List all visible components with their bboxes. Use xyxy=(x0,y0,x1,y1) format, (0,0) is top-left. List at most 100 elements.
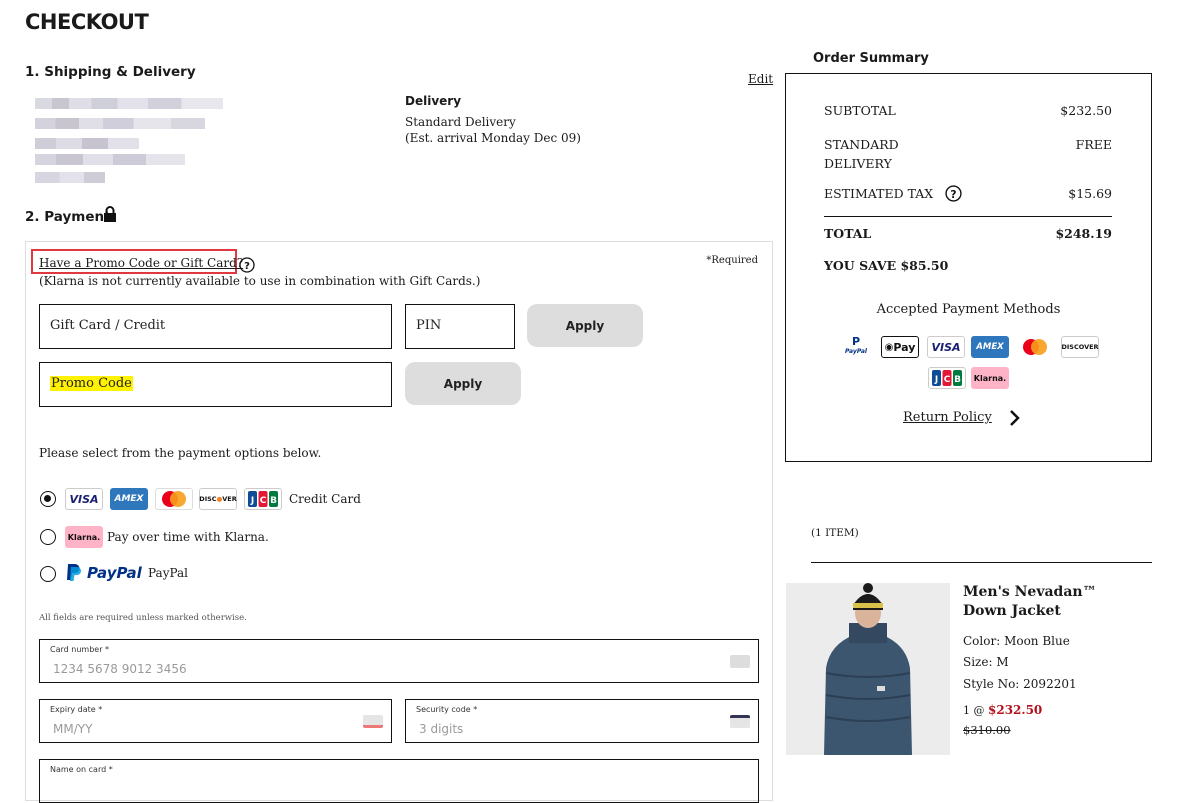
summary-divider xyxy=(824,216,1112,217)
product-original-price: $310.00 xyxy=(963,723,1011,737)
promo-code-input[interactable]: Promo Code xyxy=(39,362,392,407)
security-code-field[interactable]: Security code * 3 digits xyxy=(405,699,759,743)
svg-text:C: C xyxy=(260,496,267,506)
product-size: Size: M xyxy=(963,655,1009,669)
amex-icon: AMEX xyxy=(110,488,148,510)
name-on-card-field[interactable]: Name on card * xyxy=(39,759,759,803)
product-sale-price: $232.50 xyxy=(988,703,1043,717)
total-value: $248.19 xyxy=(1055,226,1112,241)
delivery-heading: Delivery xyxy=(405,94,462,108)
delivery-label-line2: DELIVERY xyxy=(824,156,892,171)
accepted-payment-heading: Accepted Payment Methods xyxy=(876,302,1061,317)
product-image[interactable] xyxy=(786,583,950,755)
payment-panel: Have a Promo Code or Gift Card? ? *Requi… xyxy=(25,241,773,803)
redacted-address xyxy=(35,90,225,185)
total-row: TOTAL $248.19 xyxy=(824,226,1112,241)
mastercard-icon xyxy=(155,488,193,510)
delivery-value: FREE xyxy=(1075,137,1112,152)
card-number-field[interactable]: Card number * 1234 5678 9012 3456 xyxy=(39,639,759,683)
svg-text:?: ? xyxy=(244,261,250,272)
page-title: CHECKOUT xyxy=(25,10,149,34)
edit-link[interactable]: Edit xyxy=(748,72,773,86)
delivery-label-line1: STANDARD xyxy=(824,137,899,152)
paypal-radio[interactable] xyxy=(40,566,56,582)
discover-icon: DISC ● VER xyxy=(199,488,237,510)
security-code-placeholder: 3 digits xyxy=(419,722,464,736)
svg-text:B: B xyxy=(954,375,961,385)
tax-label: ESTIMATED TAX xyxy=(824,186,934,201)
paypal-icon xyxy=(67,564,81,581)
expiry-placeholder: MM/YY xyxy=(53,722,93,736)
credit-card-radio[interactable] xyxy=(40,491,56,507)
svg-text:?: ? xyxy=(950,188,956,201)
product-name[interactable]: Men's Nevadan™ Down Jacket xyxy=(963,583,1097,621)
tax-row: ESTIMATED TAX ? $15.69 xyxy=(824,185,1112,202)
card-number-placeholder: 1234 5678 9012 3456 xyxy=(53,662,187,676)
payment-heading: 2. Payment xyxy=(25,209,111,225)
subtotal-value: $232.50 xyxy=(1060,103,1112,118)
card-number-label: Card number * xyxy=(50,645,110,654)
credit-card-label[interactable]: Credit Card xyxy=(289,492,361,506)
product-price-line: 1 @ $232.50 xyxy=(963,703,1042,717)
paypal-logo-text: PayPal xyxy=(87,564,142,582)
tax-value: $15.69 xyxy=(1068,186,1112,201)
savings-text: YOU SAVE $85.50 xyxy=(824,258,949,273)
expiry-date-field[interactable]: Expiry date * MM/YY xyxy=(39,699,392,743)
pin-placeholder: PIN xyxy=(416,318,442,333)
cart-item-count: (1 ITEM) xyxy=(811,527,859,539)
security-code-label: Security code * xyxy=(416,705,478,714)
pin-input[interactable]: PIN xyxy=(405,304,515,349)
svg-text:J: J xyxy=(934,375,938,385)
summary-paypal-icon: P PayPal xyxy=(837,336,875,358)
fields-required-note: All fields are required unless marked ot… xyxy=(39,613,247,623)
card-icon xyxy=(730,655,750,668)
required-note: *Required xyxy=(706,255,758,266)
klarna-icon: Klarna. xyxy=(65,526,103,548)
shipping-heading: 1. Shipping & Delivery xyxy=(25,64,196,80)
promo-apply-button[interactable]: Apply xyxy=(405,362,521,405)
delivery-method: Standard Delivery xyxy=(405,115,516,129)
calendar-card-icon xyxy=(363,715,383,728)
apple-pay-icon: ◉ Pay xyxy=(881,336,919,358)
cvv-card-icon xyxy=(730,715,750,728)
svg-text:C: C xyxy=(944,375,951,385)
expiry-label: Expiry date * xyxy=(50,705,103,714)
help-icon[interactable]: ? xyxy=(239,257,255,273)
delivery-row: STANDARD DELIVERY FREE xyxy=(824,135,1112,173)
gift-card-input[interactable]: Gift Card / Credit xyxy=(39,304,392,349)
summary-mastercard-icon xyxy=(1016,336,1054,358)
promo-code-placeholder: Promo Code xyxy=(50,376,133,391)
jcb-icon: J C B xyxy=(244,488,282,510)
order-summary-heading: Order Summary xyxy=(813,51,929,66)
gift-card-apply-button[interactable]: Apply xyxy=(527,304,643,347)
name-on-card-label: Name on card * xyxy=(50,765,113,774)
paypal-label[interactable]: PayPal xyxy=(148,566,188,580)
product-quantity: 1 @ xyxy=(963,704,985,717)
summary-visa-icon: VISA xyxy=(927,336,965,358)
product-style-number: Style No: 2092201 xyxy=(963,677,1077,691)
return-policy-link[interactable]: Return Policy xyxy=(903,410,992,425)
summary-jcb-icon: J C B xyxy=(928,367,966,389)
klarna-label[interactable]: Pay over time with Klarna. xyxy=(107,530,269,544)
product-name-line1: Men's Nevadan™ xyxy=(963,584,1097,600)
summary-amex-icon: AMEX xyxy=(971,336,1009,358)
svg-text:J: J xyxy=(250,496,254,506)
svg-text:B: B xyxy=(270,496,277,506)
order-summary-panel: SUBTOTAL $232.50 STANDARD DELIVERY FREE … xyxy=(785,73,1152,462)
summary-discover-icon: DISCOVER xyxy=(1061,336,1099,358)
summary-klarna-icon: Klarna. xyxy=(971,367,1009,389)
promo-gift-card-link[interactable]: Have a Promo Code or Gift Card? xyxy=(39,256,243,270)
product-name-line2: Down Jacket xyxy=(963,603,1061,619)
product-color: Color: Moon Blue xyxy=(963,634,1070,648)
delivery-estimate: (Est. arrival Monday Dec 09) xyxy=(405,131,581,145)
tax-help-icon[interactable]: ? xyxy=(945,185,962,202)
klarna-note: (Klarna is not currently available to us… xyxy=(39,274,481,288)
payment-select-prompt: Please select from the payment options b… xyxy=(39,446,322,460)
lock-icon xyxy=(104,206,116,222)
total-label: TOTAL xyxy=(824,226,872,241)
subtotal-label: SUBTOTAL xyxy=(824,103,896,118)
gift-card-placeholder: Gift Card / Credit xyxy=(50,318,166,333)
cart-divider xyxy=(811,562,1152,563)
chevron-right-icon[interactable] xyxy=(1008,409,1020,427)
klarna-radio[interactable] xyxy=(40,529,56,545)
